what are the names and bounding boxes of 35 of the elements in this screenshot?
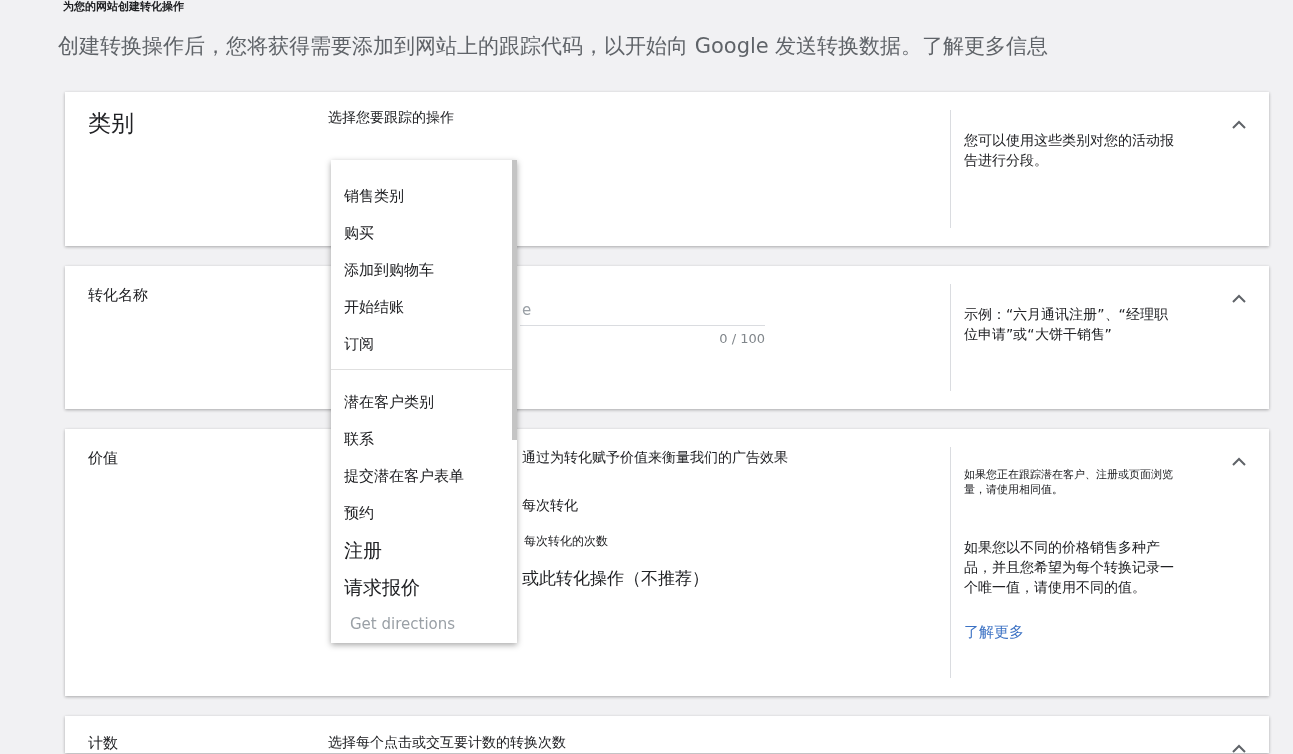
- collapse-icon[interactable]: [1232, 457, 1246, 466]
- prompt-text: 选择您要跟踪的操作: [328, 109, 455, 127]
- collapse-icon[interactable]: [1232, 120, 1246, 129]
- intro-text: 创建转换操作后，您将获得需要添加到网站上的跟踪代码，以开始向 Google 发送转换数据。了解更多信息: [58, 33, 1050, 60]
- section-label: 转化名称: [87, 285, 149, 306]
- name-field[interactable]: e: [520, 297, 765, 326]
- prompt-text: 每次转化: [522, 497, 579, 515]
- scrollbar-thumb[interactable]: [512, 160, 517, 440]
- help-text: 您可以使用这些类别对您的活动报告进行分段。: [964, 131, 1175, 170]
- menu-item[interactable]: 预约: [331, 495, 387, 532]
- section-label: 类别: [87, 109, 135, 138]
- learn-more-link[interactable]: 了解更多: [964, 623, 1024, 642]
- help-text: 如果您以不同的价格销售多种产品，并且您希望为每个转换记录一个唯一值，请使用不同的值。: [964, 538, 1175, 597]
- menu-item[interactable]: 销售类别: [331, 178, 417, 215]
- menu-item[interactable]: 提交潜在客户表单: [331, 458, 477, 495]
- menu-item[interactable]: 购买: [331, 215, 387, 252]
- menu-item[interactable]: 添加到购物车: [331, 252, 447, 289]
- menu-item[interactable]: 开始结账: [331, 289, 417, 326]
- option-label: 或此转化操作（不推荐）: [522, 567, 710, 590]
- help-text: 如果您正在跟踪潜在客户、注册或页面浏览量，请使用相同值。: [964, 467, 1174, 497]
- menu-item[interactable]: 订阅: [331, 326, 387, 363]
- caption-text: 每次转化的次数: [524, 533, 609, 550]
- help-text: 示例：“六月通讯注册”、“经理职位申请”或“大饼干销售”: [964, 305, 1169, 344]
- page-subtitle: 为您的网站创建转化操作: [63, 0, 185, 15]
- prompt-text: 通过为转化赋予价值来衡量我们的广告效果: [522, 449, 789, 467]
- menu-item[interactable]: 潜在客户类别: [331, 384, 447, 421]
- section-label: 价值: [87, 448, 119, 469]
- section-label: 计数: [87, 733, 119, 753]
- menu-item[interactable]: 注册: [331, 532, 395, 569]
- menu-item[interactable]: 请求报价: [331, 569, 433, 606]
- collapse-icon[interactable]: [1232, 294, 1246, 303]
- menu-item[interactable]: 联系: [331, 421, 387, 458]
- collapse-icon[interactable]: [1232, 744, 1246, 753]
- character-counter: 0 / 100: [718, 331, 765, 346]
- prompt-text: 选择每个点击或交互要计数的转换次数: [328, 734, 567, 752]
